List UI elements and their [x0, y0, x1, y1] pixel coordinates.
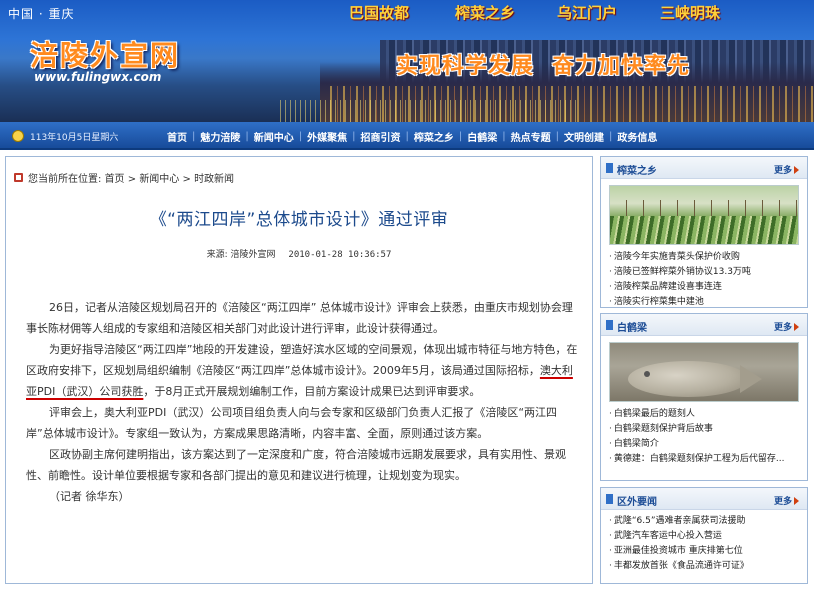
nav-item-charm[interactable]: 魅力涪陵: [195, 129, 245, 144]
top-link-baguo[interactable]: 巴国故都: [349, 2, 409, 23]
nav-items: 首页 | 魅力涪陵 | 新闻中心 | 外媒聚焦 | 招商引资 | 榨菜之乡 | 白鹤梁 | 热…: [162, 122, 662, 150]
breadcrumb-politics[interactable]: 时政新闻: [194, 174, 234, 185]
sidebar-box-quwai: 区外要闻 更多 武隆“6.5”遇难者亲属获司法援助 武隆汽车客运中心投入营运 亚…: [600, 487, 808, 584]
slogan-part-1: 实现科学发展: [396, 54, 535, 79]
header-marker-icon: [606, 320, 613, 330]
location-icon: [14, 173, 23, 182]
field-rows-decoration: [610, 216, 798, 244]
paragraph-1: 26日，记者从涪陵区规划局召开的《涪陵区“两江四岸” 总体城市设计》评审会上获悉…: [26, 301, 573, 335]
breadcrumb-news[interactable]: 新闻中心: [139, 174, 179, 185]
breadcrumb-separator: >: [179, 174, 195, 185]
stone-fish-image[interactable]: [609, 342, 799, 402]
more-label: 更多: [773, 166, 792, 176]
breadcrumb-row: 您当前所在位置: 首页 > 新闻中心 > 时政新闻: [6, 157, 592, 195]
more-label: 更多: [773, 497, 792, 507]
article-title: 《“两江四岸”总体城市设计》通过评审: [149, 210, 449, 230]
paragraph-2-text-b: ，于8月正式开展规划编制工作，目前方案设计成果已达到评审要求。: [143, 385, 481, 398]
list-item[interactable]: 黄德建：白鹤梁题刻保护工程为后代留存...: [609, 452, 799, 467]
nav-item-government[interactable]: 政务信息: [612, 129, 662, 144]
slogan: 实现科学发展 奋力加快率先: [396, 48, 708, 80]
list-item[interactable]: 涪陵榨菜品牌建设喜事连连: [609, 280, 799, 295]
nav-item-foreign-media[interactable]: 外媒聚焦: [302, 129, 352, 144]
news-list: 白鹤梁最后的题刻人 白鹤梁题刻保护背后故事 白鹤梁简介 黄德建：白鹤梁题刻保护工…: [601, 406, 807, 468]
sidebar-header: 区外要闻 更多: [601, 488, 807, 510]
list-item[interactable]: 武隆“6.5”遇难者亲属获司法援助: [609, 514, 799, 529]
slogan-part-2: 奋力加快率先: [552, 54, 691, 79]
breadcrumb-prefix: 您当前所在位置:: [28, 174, 102, 185]
list-item[interactable]: 涪陵已签鲜榨菜外销协议13.3万吨: [609, 265, 799, 280]
publish-date: 2010-01-28 10:36:57: [288, 250, 392, 260]
top-link-sanxia[interactable]: 三峡明珠: [660, 2, 720, 23]
sidebar-title: 区外要闻: [617, 497, 657, 508]
sidebar-title: 白鹤梁: [617, 323, 647, 334]
list-item[interactable]: 白鹤梁简介: [609, 437, 799, 452]
sidebar-header: 白鹤梁 更多: [601, 314, 807, 336]
list-item[interactable]: 白鹤梁最后的题刻人: [609, 407, 799, 422]
list-item[interactable]: 白鹤梁题刻保护背后故事: [609, 422, 799, 437]
source-name: 涪陵外宣网: [230, 250, 276, 260]
nav-date: 113年10月5日星期六: [30, 133, 119, 143]
sidebar-box-zhacai: 榨菜之乡 更多 涪陵今年实施青菜头保护价收购 涪陵已签鲜榨菜外销协议13.3万吨…: [600, 156, 808, 308]
breadcrumb-separator: >: [124, 174, 140, 185]
top-link-zhacai[interactable]: 榨菜之乡: [455, 2, 515, 23]
nav-item-civilization[interactable]: 文明创建: [559, 129, 609, 144]
sidebar-box-baiheliang: 白鹤梁 更多 白鹤梁最后的题刻人 白鹤梁题刻保护背后故事 白鹤梁简介 黄德建：白…: [600, 313, 808, 481]
news-list: 涪陵今年实施青菜头保护价收购 涪陵已签鲜榨菜外销协议13.3万吨 涪陵榨菜品牌建…: [601, 249, 807, 307]
source-label: 来源:: [206, 250, 228, 260]
clock-icon: [12, 130, 24, 142]
article-panel: 您当前所在位置: 首页 > 新闻中心 > 时政新闻 《“两江四岸”总体城市设计》…: [5, 156, 593, 584]
sidebar-title: 榨菜之乡: [617, 166, 657, 177]
list-item[interactable]: 武隆汽车客运中心投入营运: [609, 529, 799, 544]
region-label: 中国 · 重庆: [8, 7, 75, 21]
top-link-wujiang[interactable]: 乌江门户: [557, 2, 617, 23]
fish-eye-decoration: [644, 371, 650, 377]
main-nav: 113年10月5日星期六 首页 | 魅力涪陵 | 新闻中心 | 外媒聚焦 | 招商引资 |…: [0, 122, 814, 150]
list-item[interactable]: 涪陵今年实施青菜头保护价收购: [609, 250, 799, 265]
list-item[interactable]: 亚洲最佳投资城市 重庆排第七位: [609, 544, 799, 559]
byline: （记者 徐华东）: [49, 490, 130, 503]
site-logo-title[interactable]: 涪陵外宣网: [30, 34, 180, 74]
article-meta: 来源: 涪陵外宣网 2010-01-28 10:36:57: [6, 247, 592, 260]
nav-item-hot-topics[interactable]: 热点专题: [506, 129, 556, 144]
nav-item-zhacai[interactable]: 榨菜之乡: [409, 129, 459, 144]
city-lights-image-2: [280, 100, 580, 122]
site-url: www.fulingwx.com: [34, 70, 162, 84]
arrow-right-icon: [794, 166, 799, 174]
news-list: 武隆“6.5”遇难者亲属获司法援助 武隆汽车客运中心投入营运 亚洲最佳投资城市 …: [601, 510, 807, 575]
breadcrumb-home[interactable]: 首页: [105, 174, 125, 185]
more-label: 更多: [773, 323, 792, 333]
nav-item-baiheliang[interactable]: 白鹤梁: [462, 129, 502, 144]
list-item[interactable]: 丰都发放首张《食品流通许可证》: [609, 559, 799, 574]
header-banner: 中国 · 重庆 涪陵外宣网 www.fulingwx.com 巴国故都 榨菜之乡…: [0, 0, 814, 122]
header-marker-icon: [606, 494, 613, 504]
stone-fish-decoration: [628, 361, 748, 397]
nav-item-news[interactable]: 新闻中心: [249, 129, 299, 144]
sidebar-header: 榨菜之乡 更多: [601, 157, 807, 179]
arrow-right-icon: [794, 323, 799, 331]
paragraph-3: 评审会上，奥大利亚PDI（武汉）公司项目组负责人向与会专家和区级部门负责人汇报了…: [26, 406, 558, 440]
page: 中国 · 重庆 涪陵外宣网 www.fulingwx.com 巴国故都 榨菜之乡…: [0, 0, 814, 599]
more-link[interactable]: 更多: [774, 494, 799, 507]
nav-item-home[interactable]: 首页: [162, 129, 192, 144]
nav-item-investment[interactable]: 招商引资: [356, 129, 406, 144]
fish-tail-decoration: [740, 365, 762, 393]
zhacai-field-image[interactable]: [609, 185, 799, 245]
paragraph-2: 为更好指导涪陵区“两江四岸”地段的开发建设，塑造好滨水区域的空间景观，体现出城市…: [26, 339, 582, 402]
article-body: 26日，记者从涪陵区规划局召开的《涪陵区“两江四岸” 总体城市设计》评审会上获悉…: [26, 297, 582, 507]
paragraph-4: 区政协副主席何建明指出，该方案达到了一定深度和广度，符合涪陵城市远期发展要求，具…: [26, 448, 566, 482]
header-marker-icon: [606, 163, 613, 173]
more-link[interactable]: 更多: [774, 163, 799, 176]
arrow-right-icon: [794, 497, 799, 505]
breadcrumb: 您当前所在位置: 首页 > 新闻中心 > 时政新闻: [28, 170, 234, 185]
more-link[interactable]: 更多: [774, 320, 799, 333]
paragraph-2-text-a: 为更好指导涪陵区“两江四岸”地段的开发建设，塑造好滨水区域的空间景观，体现出城市…: [26, 343, 578, 377]
list-item[interactable]: 涪陵实行榨菜集中建池: [609, 295, 799, 307]
